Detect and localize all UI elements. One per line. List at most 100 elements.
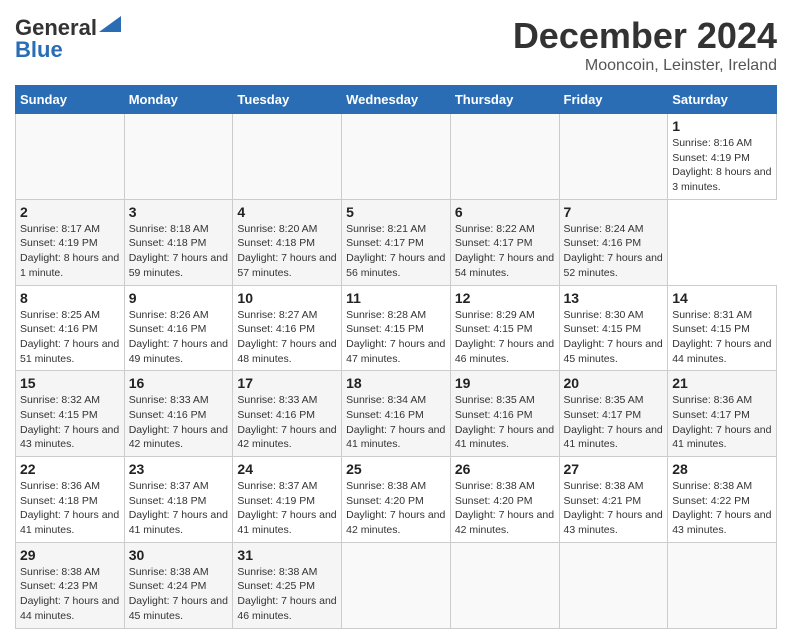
day-number: 18 <box>346 375 446 391</box>
day-info: Sunrise: 8:25 AMSunset: 4:16 PMDaylight:… <box>20 308 120 367</box>
day-info: Sunrise: 8:17 AMSunset: 4:19 PMDaylight:… <box>20 222 120 281</box>
day-info: Sunrise: 8:38 AMSunset: 4:25 PMDaylight:… <box>237 565 337 624</box>
month-title: December 2024 <box>513 15 777 57</box>
day-info: Sunrise: 8:34 AMSunset: 4:16 PMDaylight:… <box>346 393 446 452</box>
calendar-cell: 16Sunrise: 8:33 AMSunset: 4:16 PMDayligh… <box>124 371 233 457</box>
day-info: Sunrise: 8:32 AMSunset: 4:15 PMDaylight:… <box>20 393 120 452</box>
day-number: 10 <box>237 290 337 306</box>
calendar-cell: 29Sunrise: 8:38 AMSunset: 4:23 PMDayligh… <box>16 542 125 628</box>
day-number: 12 <box>455 290 555 306</box>
calendar-week-row: 8 Sunrise: 8:25 AMSunset: 4:16 PMDaylight… <box>16 285 777 371</box>
day-number: 23 <box>129 461 229 477</box>
calendar-week-row: 15Sunrise: 8:32 AMSunset: 4:15 PMDayligh… <box>16 371 777 457</box>
calendar-cell <box>16 114 125 200</box>
day-number: 22 <box>20 461 120 477</box>
calendar-week-row: 2Sunrise: 8:17 AMSunset: 4:19 PMDaylight… <box>16 199 777 285</box>
calendar-cell: 12 Sunrise: 8:29 AMSunset: 4:15 PMDayligh… <box>450 285 559 371</box>
day-info: Sunrise: 8:28 AMSunset: 4:15 PMDaylight:… <box>346 308 446 367</box>
day-number: 31 <box>237 547 337 563</box>
calendar-cell: 10 Sunrise: 8:27 AMSunset: 4:16 PMDayligh… <box>233 285 342 371</box>
calendar-cell <box>559 542 668 628</box>
day-info: Sunrise: 8:37 AMSunset: 4:18 PMDaylight:… <box>129 479 229 538</box>
day-info: Sunrise: 8:35 AMSunset: 4:17 PMDaylight:… <box>564 393 664 452</box>
calendar-cell <box>450 114 559 200</box>
calendar-cell <box>342 542 451 628</box>
calendar-cell: 11 Sunrise: 8:28 AMSunset: 4:15 PMDayligh… <box>342 285 451 371</box>
calendar-week-row: 22Sunrise: 8:36 AMSunset: 4:18 PMDayligh… <box>16 457 777 543</box>
day-number: 24 <box>237 461 337 477</box>
calendar-header-sunday: Sunday <box>16 86 125 114</box>
day-number: 21 <box>672 375 772 391</box>
day-info: Sunrise: 8:38 AMSunset: 4:21 PMDaylight:… <box>564 479 664 538</box>
calendar-header-wednesday: Wednesday <box>342 86 451 114</box>
calendar-cell: 2Sunrise: 8:17 AMSunset: 4:19 PMDaylight… <box>16 199 125 285</box>
calendar-cell: 20Sunrise: 8:35 AMSunset: 4:17 PMDayligh… <box>559 371 668 457</box>
day-number: 4 <box>237 204 337 220</box>
calendar-cell: 31 Sunrise: 8:38 AMSunset: 4:25 PMDayligh… <box>233 542 342 628</box>
calendar-cell: 3Sunrise: 8:18 AMSunset: 4:18 PMDaylight… <box>124 199 233 285</box>
day-info: Sunrise: 8:16 AMSunset: 4:19 PMDaylight:… <box>672 136 772 195</box>
calendar-cell: 21 Sunrise: 8:36 AMSunset: 4:17 PMDayligh… <box>668 371 777 457</box>
day-info: Sunrise: 8:35 AMSunset: 4:16 PMDaylight:… <box>455 393 555 452</box>
calendar-cell <box>668 542 777 628</box>
day-number: 14 <box>672 290 772 306</box>
day-info: Sunrise: 8:38 AMSunset: 4:20 PMDaylight:… <box>346 479 446 538</box>
day-number: 13 <box>564 290 664 306</box>
day-info: Sunrise: 8:38 AMSunset: 4:20 PMDaylight:… <box>455 479 555 538</box>
day-number: 29 <box>20 547 120 563</box>
day-number: 27 <box>564 461 664 477</box>
day-number: 6 <box>455 204 555 220</box>
calendar-table: SundayMondayTuesdayWednesdayThursdayFrid… <box>15 85 777 629</box>
calendar-cell: 30Sunrise: 8:38 AMSunset: 4:24 PMDayligh… <box>124 542 233 628</box>
day-number: 9 <box>129 290 229 306</box>
day-number: 17 <box>237 375 337 391</box>
day-info: Sunrise: 8:36 AMSunset: 4:17 PMDaylight:… <box>672 393 772 452</box>
calendar-header-tuesday: Tuesday <box>233 86 342 114</box>
logo-text-blue: Blue <box>15 37 63 63</box>
calendar-cell <box>233 114 342 200</box>
calendar-cell: 5Sunrise: 8:21 AMSunset: 4:17 PMDaylight… <box>342 199 451 285</box>
day-number: 11 <box>346 290 446 306</box>
calendar-cell: 23 Sunrise: 8:37 AMSunset: 4:18 PMDayligh… <box>124 457 233 543</box>
calendar-week-row: 29Sunrise: 8:38 AMSunset: 4:23 PMDayligh… <box>16 542 777 628</box>
calendar-cell: 28Sunrise: 8:38 AMSunset: 4:22 PMDayligh… <box>668 457 777 543</box>
calendar-cell: 25Sunrise: 8:38 AMSunset: 4:20 PMDayligh… <box>342 457 451 543</box>
calendar-cell: 1Sunrise: 8:16 AMSunset: 4:19 PMDaylight… <box>668 114 777 200</box>
calendar-header-monday: Monday <box>124 86 233 114</box>
calendar-cell <box>124 114 233 200</box>
day-info: Sunrise: 8:22 AMSunset: 4:17 PMDaylight:… <box>455 222 555 281</box>
day-info: Sunrise: 8:18 AMSunset: 4:18 PMDaylight:… <box>129 222 229 281</box>
day-info: Sunrise: 8:31 AMSunset: 4:15 PMDaylight:… <box>672 308 772 367</box>
day-info: Sunrise: 8:33 AMSunset: 4:16 PMDaylight:… <box>237 393 337 452</box>
calendar-header-friday: Friday <box>559 86 668 114</box>
day-info: Sunrise: 8:27 AMSunset: 4:16 PMDaylight:… <box>237 308 337 367</box>
logo: General Blue <box>15 15 121 63</box>
day-number: 26 <box>455 461 555 477</box>
calendar-cell: 15Sunrise: 8:32 AMSunset: 4:15 PMDayligh… <box>16 371 125 457</box>
calendar-cell: 8 Sunrise: 8:25 AMSunset: 4:16 PMDaylight… <box>16 285 125 371</box>
calendar-cell: 19Sunrise: 8:35 AMSunset: 4:16 PMDayligh… <box>450 371 559 457</box>
day-info: Sunrise: 8:30 AMSunset: 4:15 PMDaylight:… <box>564 308 664 367</box>
calendar-header-row: SundayMondayTuesdayWednesdayThursdayFrid… <box>16 86 777 114</box>
calendar-header-saturday: Saturday <box>668 86 777 114</box>
day-info: Sunrise: 8:21 AMSunset: 4:17 PMDaylight:… <box>346 222 446 281</box>
calendar-cell: 9 Sunrise: 8:26 AMSunset: 4:16 PMDaylight… <box>124 285 233 371</box>
calendar-cell <box>559 114 668 200</box>
title-area: December 2024 Mooncoin, Leinster, Irelan… <box>513 15 777 75</box>
day-info: Sunrise: 8:29 AMSunset: 4:15 PMDaylight:… <box>455 308 555 367</box>
location-title: Mooncoin, Leinster, Ireland <box>513 57 777 75</box>
day-info: Sunrise: 8:33 AMSunset: 4:16 PMDaylight:… <box>129 393 229 452</box>
day-number: 28 <box>672 461 772 477</box>
day-info: Sunrise: 8:24 AMSunset: 4:16 PMDaylight:… <box>564 222 664 281</box>
calendar-cell: 26 Sunrise: 8:38 AMSunset: 4:20 PMDayligh… <box>450 457 559 543</box>
day-number: 8 <box>20 290 120 306</box>
logo-icon <box>99 16 121 32</box>
calendar-cell: 22Sunrise: 8:36 AMSunset: 4:18 PMDayligh… <box>16 457 125 543</box>
day-number: 30 <box>129 547 229 563</box>
day-info: Sunrise: 8:26 AMSunset: 4:16 PMDaylight:… <box>129 308 229 367</box>
calendar-cell <box>450 542 559 628</box>
day-number: 7 <box>564 204 664 220</box>
calendar-cell: 14 Sunrise: 8:31 AMSunset: 4:15 PMDayligh… <box>668 285 777 371</box>
calendar-header-thursday: Thursday <box>450 86 559 114</box>
day-info: Sunrise: 8:20 AMSunset: 4:18 PMDaylight:… <box>237 222 337 281</box>
